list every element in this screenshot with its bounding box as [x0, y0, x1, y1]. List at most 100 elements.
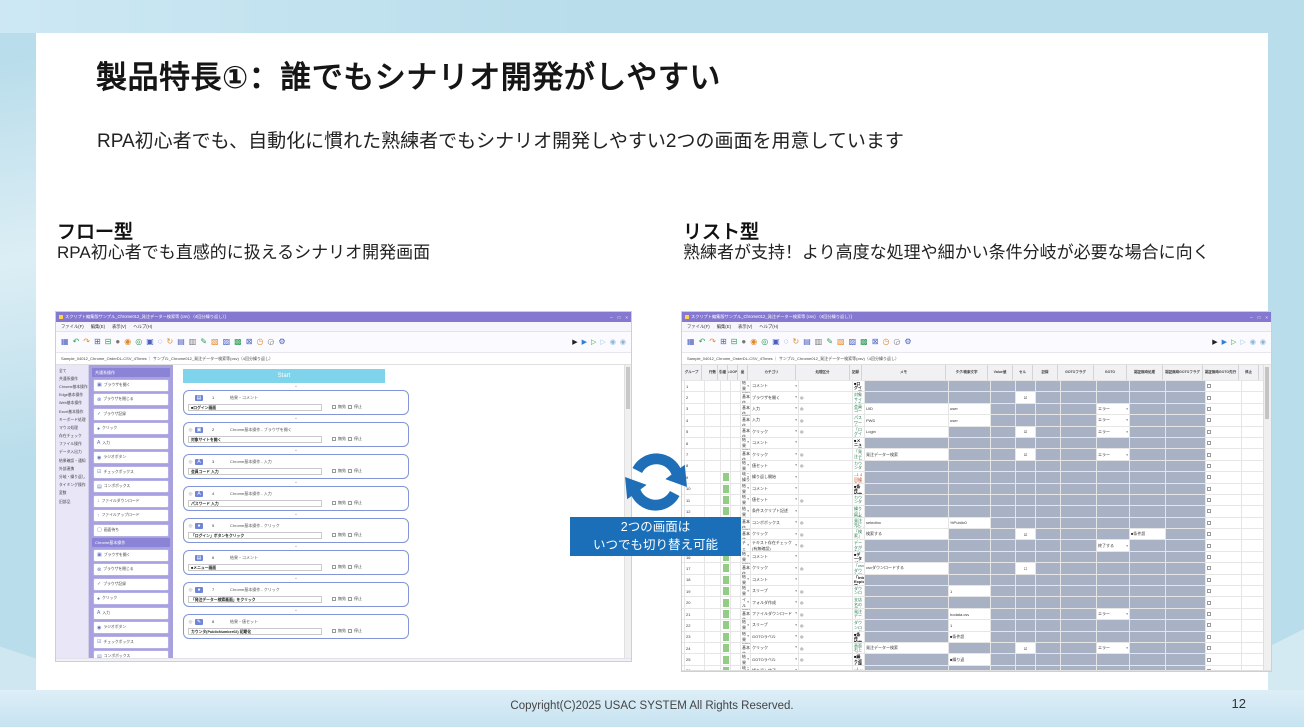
cell-stop-checkbox[interactable]	[1206, 506, 1242, 516]
flow-node[interactable]: ◎ A 4 Chrome基本操作 - 入力 パスワード 入力 無効	[183, 486, 409, 511]
category-item[interactable]: 結果確認・通知	[56, 457, 88, 465]
cell-stop-checkbox[interactable]	[1206, 518, 1242, 528]
cell-tag[interactable]: 検索する	[865, 529, 949, 539]
cell-error-handling-dropdown[interactable]: エラー	[1097, 427, 1130, 437]
cell-value[interactable]	[949, 438, 991, 448]
stop-checkbox[interactable]	[1207, 589, 1211, 593]
table-row[interactable]: 14 Chrome基本操作 クリック ◎ 「検索」ボタンをクリック 検索する ☑…	[682, 529, 1271, 540]
cell-tag[interactable]: 発注データー検索	[865, 643, 949, 653]
play-control-icon[interactable]: ◉	[1260, 339, 1266, 346]
menu-item[interactable]: ヘルプ(H)	[759, 324, 778, 330]
cell-record-checkbox[interactable]	[1016, 620, 1036, 630]
cell-error-handling-dropdown[interactable]	[1097, 654, 1130, 664]
stop-checkbox[interactable]	[1207, 396, 1211, 400]
menu-item[interactable]: 編集(E)	[717, 324, 731, 330]
cell-error-handling-dropdown[interactable]	[1097, 381, 1130, 391]
node-text-field[interactable]: 「ログイン」ボタンをクリック	[188, 532, 322, 539]
cell-category-dropdown[interactable]: 分岐・繰り返し	[741, 472, 751, 482]
cell-value[interactable]	[949, 381, 991, 391]
cell-action-dropdown[interactable]: 入力	[751, 404, 799, 414]
record-icon[interactable]	[799, 472, 853, 482]
vertical-scrollbar[interactable]	[1263, 365, 1271, 670]
cell-memo[interactable]: 「csvダウンロード」ボタンをクリック	[853, 563, 865, 573]
node-text-field[interactable]: パスワード 入力	[188, 500, 322, 507]
stop-checkbox[interactable]	[1207, 646, 1211, 650]
flow-node[interactable]: ▤ 6 結果・コメント ■メニュー画面 無効 停止	[183, 550, 409, 575]
cell-stop-checkbox[interactable]	[1206, 597, 1242, 607]
cell-category-dropdown[interactable]: 結果	[741, 461, 751, 471]
cell-record-checkbox[interactable]	[1016, 632, 1036, 642]
record-icon[interactable]	[799, 381, 853, 391]
cell-category-dropdown[interactable]: Chrome基本操作	[741, 529, 751, 539]
cell-category-dropdown[interactable]: 結果	[741, 620, 751, 630]
palette-button[interactable]: ✓ ブラウザ記録	[93, 578, 169, 591]
cell-value[interactable]	[949, 597, 991, 607]
cell-record-checkbox[interactable]: ☑	[1016, 449, 1036, 459]
toolbar-icon[interactable]: ↶	[699, 338, 706, 346]
cell-record-checkbox[interactable]: ☑	[1016, 643, 1036, 653]
toolbar-icon[interactable]: ⚙	[278, 338, 285, 346]
play-control-icon[interactable]: ▷	[1231, 339, 1236, 346]
palette-button[interactable]: ▤ コンボボックス	[93, 480, 169, 493]
cell-value[interactable]: ■繰り返	[949, 654, 991, 664]
cell-value[interactable]	[949, 666, 991, 670]
stop-checkbox[interactable]	[1207, 407, 1211, 411]
cell-tag[interactable]: PWD	[865, 415, 949, 425]
cell-stop-checkbox[interactable]	[1206, 449, 1242, 459]
cell-stop-checkbox[interactable]	[1206, 438, 1242, 448]
cell-record-checkbox[interactable]	[1016, 381, 1036, 391]
cell-action-dropdown[interactable]: ファイルダウンロード	[751, 609, 799, 619]
palette-button[interactable]: ● クリック	[93, 592, 169, 605]
table-row[interactable]: 23 結果 GOTOラベル ◎ ■条件 設定画面に戻る ■条件設	[682, 632, 1271, 643]
palette-button[interactable]: ● クリック	[93, 422, 169, 435]
table-row[interactable]: 7 Chrome基本操作 クリック ◎ 「発注データー検索画面」をクリック 発注…	[682, 449, 1271, 460]
node-text-field[interactable]: カウンタ(PublicNumber02) 初期化	[188, 628, 322, 635]
category-item[interactable]: タイミング操作	[56, 482, 88, 490]
stop-checkbox[interactable]	[348, 501, 352, 505]
disable-checkbox[interactable]	[332, 533, 336, 537]
cell-record-checkbox[interactable]	[1016, 472, 1036, 482]
cell-category-dropdown[interactable]: ファイル操作	[741, 597, 751, 607]
cell-tag[interactable]	[865, 392, 949, 402]
toolbar-icon[interactable]: ▩	[860, 338, 868, 346]
cell-record-checkbox[interactable]	[1016, 540, 1036, 550]
palette-button[interactable]: ✓ ブラウザ記録	[93, 408, 169, 421]
cell-tag[interactable]: csvダウンロードする	[865, 563, 949, 573]
category-item[interactable]: 存在チェック	[56, 433, 88, 441]
cell-stop-checkbox[interactable]	[1206, 552, 1242, 562]
toolbar-icon[interactable]: ▧	[837, 338, 845, 346]
toolbar-icon[interactable]: ⊠	[872, 338, 879, 346]
stop-checkbox[interactable]	[1207, 566, 1211, 570]
play-control-icon[interactable]: ◉	[620, 339, 626, 346]
cell-record-checkbox[interactable]	[1016, 495, 1036, 505]
record-icon[interactable]: ◎	[799, 404, 853, 414]
cell-category-dropdown[interactable]: 結果	[741, 484, 751, 494]
cell-memo[interactable]: 対象サイトを開く	[853, 392, 865, 402]
cell-memo[interactable]: ダウンロード待ち	[853, 620, 865, 630]
palette-button[interactable]: ▣ ブラウザを開く	[93, 549, 169, 562]
table-row[interactable]: 13 Chrome基本操作 コンボボックス ◎ 発注先に「PublicStrin…	[682, 518, 1271, 529]
stop-checkbox[interactable]	[1207, 623, 1211, 627]
cell-record-checkbox[interactable]	[1016, 586, 1036, 596]
cell-value[interactable]	[949, 461, 991, 471]
cell-error-handling-dropdown[interactable]	[1097, 529, 1130, 539]
cell-tag[interactable]	[865, 472, 949, 482]
stop-checkbox[interactable]	[1207, 464, 1211, 468]
cell-stop-checkbox[interactable]	[1206, 666, 1242, 670]
column-header[interactable]: メモ	[862, 365, 946, 380]
table-row[interactable]: 17 Chrome基本操作 クリック ◎ 「csvダウンロード」ボタンをクリック…	[682, 563, 1271, 574]
cell-value[interactable]	[949, 506, 991, 516]
category-item[interactable]: キーボード処理	[56, 416, 88, 424]
cell-value[interactable]	[949, 449, 991, 459]
category-item[interactable]: 全て	[56, 367, 88, 375]
record-icon[interactable]: ◎	[799, 529, 853, 539]
cell-memo[interactable]: 「発注データー検索画面」をクリック	[853, 449, 865, 459]
toolbar-icon[interactable]: ⊞	[720, 338, 727, 346]
stop-checkbox[interactable]	[1207, 475, 1211, 479]
cell-record-checkbox[interactable]	[1016, 404, 1036, 414]
toolbar-icon[interactable]: ▩	[234, 338, 242, 346]
cell-value[interactable]: 1	[949, 620, 991, 630]
cell-error-handling-dropdown[interactable]: エラー	[1097, 449, 1130, 459]
stop-checkbox[interactable]	[348, 405, 352, 409]
cell-stop-checkbox[interactable]	[1206, 643, 1242, 653]
